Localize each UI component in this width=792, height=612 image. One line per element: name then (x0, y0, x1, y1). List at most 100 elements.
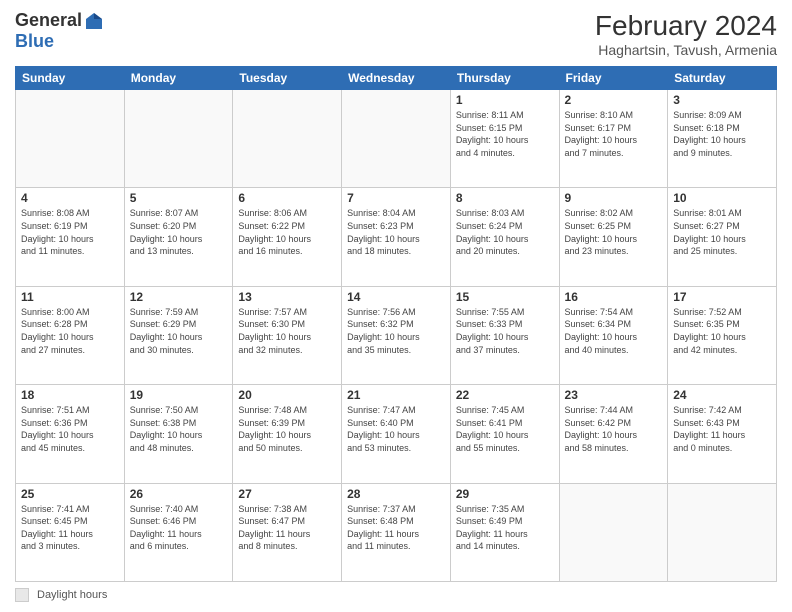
calendar-week-5: 25Sunrise: 7:41 AM Sunset: 6:45 PM Dayli… (16, 483, 777, 581)
calendar-cell: 24 Sunrise: 7:42 AM Sunset: 6:43 PM Dayli… (668, 385, 777, 483)
calendar-cell: 22Sunrise: 7:45 AM Sunset: 6:41 PM Dayli… (450, 385, 559, 483)
logo-general-text: General (15, 10, 82, 31)
day-info: Sunrise: 7:45 AM Sunset: 6:41 PM Dayligh… (456, 404, 554, 454)
calendar-cell: 8 Sunrise: 8:03 AM Sunset: 6:24 PM Daylig… (450, 188, 559, 286)
footer: Daylight hours (15, 588, 777, 602)
day-number: 14 (347, 290, 445, 304)
calendar-week-1: 1Sunrise: 8:11 AM Sunset: 6:15 PM Daylig… (16, 90, 777, 188)
day-number: 19 (130, 388, 228, 402)
day-info: Sunrise: 7:54 AM Sunset: 6:34 PM Dayligh… (565, 306, 663, 356)
day-info: Sunrise: 7:47 AM Sunset: 6:40 PM Dayligh… (347, 404, 445, 454)
day-info: Sunrise: 8:02 AM Sunset: 6:25 PM Dayligh… (565, 207, 663, 257)
day-number: 4 (21, 191, 119, 205)
footer-label: Daylight hours (37, 589, 107, 601)
calendar-header-row: SundayMondayTuesdayWednesdayThursdayFrid… (16, 67, 777, 90)
day-number: 25 (21, 487, 119, 501)
calendar-cell (559, 483, 668, 581)
day-info: Sunrise: 8:08 AM Sunset: 6:19 PM Dayligh… (21, 207, 119, 257)
calendar-cell: 16 Sunrise: 7:54 AM Sunset: 6:34 PM Dayli… (559, 286, 668, 384)
day-info: Sunrise: 7:52 AM Sunset: 6:35 PM Dayligh… (673, 306, 771, 356)
calendar-cell: 17 Sunrise: 7:52 AM Sunset: 6:35 PM Dayli… (668, 286, 777, 384)
calendar-cell: 19 Sunrise: 7:50 AM Sunset: 6:38 PM Dayli… (124, 385, 233, 483)
calendar-cell: 5 Sunrise: 8:07 AM Sunset: 6:20 PM Daylig… (124, 188, 233, 286)
day-info: Sunrise: 8:10 AM Sunset: 6:17 PM Dayligh… (565, 109, 663, 159)
day-number: 16 (565, 290, 663, 304)
day-number: 1 (456, 93, 554, 107)
calendar-cell: 9 Sunrise: 8:02 AM Sunset: 6:25 PM Daylig… (559, 188, 668, 286)
day-number: 7 (347, 191, 445, 205)
calendar-cell: 27 Sunrise: 7:38 AM Sunset: 6:47 PM Dayli… (233, 483, 342, 581)
day-info: Sunrise: 7:38 AM Sunset: 6:47 PM Dayligh… (238, 503, 336, 553)
day-number: 15 (456, 290, 554, 304)
calendar-cell: 13 Sunrise: 7:57 AM Sunset: 6:30 PM Dayli… (233, 286, 342, 384)
calendar-cell (16, 90, 125, 188)
day-info: Sunrise: 8:01 AM Sunset: 6:27 PM Dayligh… (673, 207, 771, 257)
header: General Blue February 2024 Haghartsin, T… (15, 10, 777, 58)
day-info: Sunrise: 8:04 AM Sunset: 6:23 PM Dayligh… (347, 207, 445, 257)
calendar-cell: 3 Sunrise: 8:09 AM Sunset: 6:18 PM Daylig… (668, 90, 777, 188)
calendar-cell: 4 Sunrise: 8:08 AM Sunset: 6:19 PM Daylig… (16, 188, 125, 286)
day-number: 3 (673, 93, 771, 107)
calendar-cell: 28 Sunrise: 7:37 AM Sunset: 6:48 PM Dayli… (342, 483, 451, 581)
day-info: Sunrise: 8:03 AM Sunset: 6:24 PM Dayligh… (456, 207, 554, 257)
calendar-week-3: 11 Sunrise: 8:00 AM Sunset: 6:28 PM Dayli… (16, 286, 777, 384)
day-number: 6 (238, 191, 336, 205)
calendar-header-wednesday: Wednesday (342, 67, 451, 90)
calendar-cell: 11 Sunrise: 8:00 AM Sunset: 6:28 PM Dayli… (16, 286, 125, 384)
calendar-table: SundayMondayTuesdayWednesdayThursdayFrid… (15, 66, 777, 582)
calendar-week-2: 4 Sunrise: 8:08 AM Sunset: 6:19 PM Daylig… (16, 188, 777, 286)
calendar-cell: 26Sunrise: 7:40 AM Sunset: 6:46 PM Dayli… (124, 483, 233, 581)
day-info: Sunrise: 7:35 AM Sunset: 6:49 PM Dayligh… (456, 503, 554, 553)
day-number: 2 (565, 93, 663, 107)
day-number: 28 (347, 487, 445, 501)
day-number: 8 (456, 191, 554, 205)
logo-icon (84, 11, 104, 31)
day-info: Sunrise: 7:59 AM Sunset: 6:29 PM Dayligh… (130, 306, 228, 356)
calendar-cell: 18 Sunrise: 7:51 AM Sunset: 6:36 PM Dayli… (16, 385, 125, 483)
day-number: 29 (456, 487, 554, 501)
day-number: 18 (21, 388, 119, 402)
logo: General Blue (15, 10, 104, 52)
month-year: February 2024 (595, 10, 777, 42)
title-block: February 2024 Haghartsin, Tavush, Armeni… (595, 10, 777, 58)
day-info: Sunrise: 7:56 AM Sunset: 6:32 PM Dayligh… (347, 306, 445, 356)
day-info: Sunrise: 7:44 AM Sunset: 6:42 PM Dayligh… (565, 404, 663, 454)
day-number: 10 (673, 191, 771, 205)
calendar-header-thursday: Thursday (450, 67, 559, 90)
day-number: 13 (238, 290, 336, 304)
day-number: 17 (673, 290, 771, 304)
day-info: Sunrise: 7:42 AM Sunset: 6:43 PM Dayligh… (673, 404, 771, 454)
day-number: 24 (673, 388, 771, 402)
day-info: Sunrise: 7:50 AM Sunset: 6:38 PM Dayligh… (130, 404, 228, 454)
day-number: 20 (238, 388, 336, 402)
day-number: 11 (21, 290, 119, 304)
calendar-cell: 20 Sunrise: 7:48 AM Sunset: 6:39 PM Dayli… (233, 385, 342, 483)
day-info: Sunrise: 7:51 AM Sunset: 6:36 PM Dayligh… (21, 404, 119, 454)
day-number: 21 (347, 388, 445, 402)
day-info: Sunrise: 7:37 AM Sunset: 6:48 PM Dayligh… (347, 503, 445, 553)
day-number: 26 (130, 487, 228, 501)
day-info: Sunrise: 7:48 AM Sunset: 6:39 PM Dayligh… (238, 404, 336, 454)
calendar-cell: 2 Sunrise: 8:10 AM Sunset: 6:17 PM Daylig… (559, 90, 668, 188)
calendar-cell: 23Sunrise: 7:44 AM Sunset: 6:42 PM Dayli… (559, 385, 668, 483)
calendar-cell: 21 Sunrise: 7:47 AM Sunset: 6:40 PM Dayli… (342, 385, 451, 483)
calendar-cell (124, 90, 233, 188)
day-info: Sunrise: 8:09 AM Sunset: 6:18 PM Dayligh… (673, 109, 771, 159)
day-number: 12 (130, 290, 228, 304)
calendar-header-tuesday: Tuesday (233, 67, 342, 90)
day-info: Sunrise: 8:06 AM Sunset: 6:22 PM Dayligh… (238, 207, 336, 257)
calendar-cell: 29 Sunrise: 7:35 AM Sunset: 6:49 PM Dayli… (450, 483, 559, 581)
day-number: 27 (238, 487, 336, 501)
daylight-box (15, 588, 29, 602)
calendar-header-friday: Friday (559, 67, 668, 90)
day-info: Sunrise: 8:07 AM Sunset: 6:20 PM Dayligh… (130, 207, 228, 257)
day-number: 9 (565, 191, 663, 205)
calendar-cell: 1Sunrise: 8:11 AM Sunset: 6:15 PM Daylig… (450, 90, 559, 188)
day-info: Sunrise: 8:00 AM Sunset: 6:28 PM Dayligh… (21, 306, 119, 356)
day-number: 5 (130, 191, 228, 205)
calendar-cell (233, 90, 342, 188)
day-info: Sunrise: 7:57 AM Sunset: 6:30 PM Dayligh… (238, 306, 336, 356)
calendar-cell: 25Sunrise: 7:41 AM Sunset: 6:45 PM Dayli… (16, 483, 125, 581)
calendar-header-sunday: Sunday (16, 67, 125, 90)
calendar-cell: 12 Sunrise: 7:59 AM Sunset: 6:29 PM Dayli… (124, 286, 233, 384)
